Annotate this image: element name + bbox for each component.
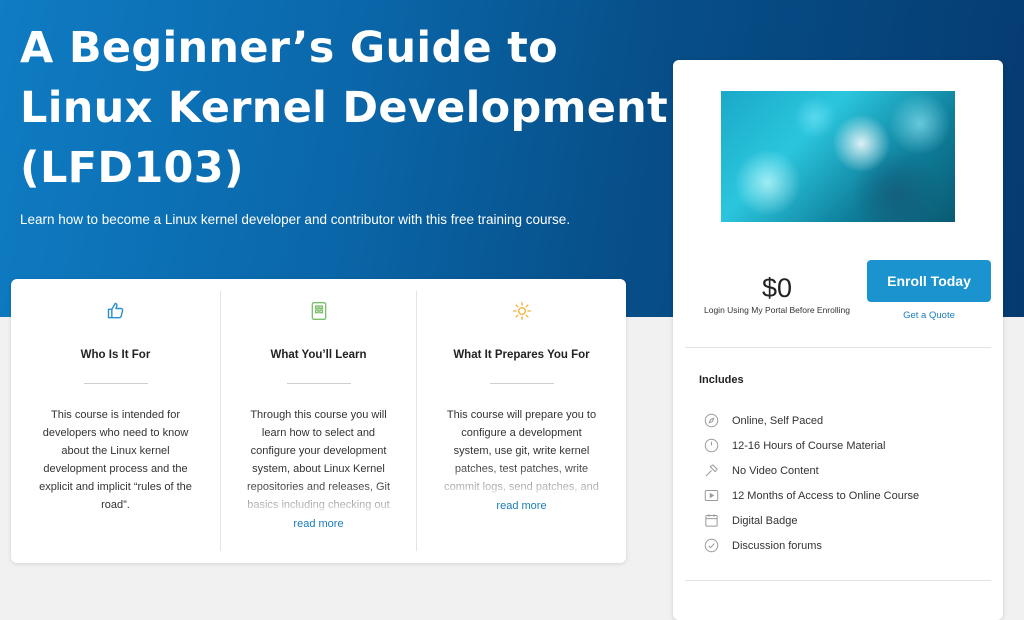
price-note: Login Using My Portal Before Enrolling bbox=[704, 305, 850, 315]
column-heading: What It Prepares You For bbox=[453, 349, 590, 361]
column-text-clip: Through this course you will learn how t… bbox=[221, 406, 416, 518]
calendar-icon bbox=[703, 513, 719, 529]
what-it-prepares-column: What It Prepares You For This course wil… bbox=[416, 291, 626, 551]
includes-item: 12-16 Hours of Course Material bbox=[703, 433, 919, 458]
column-divider bbox=[83, 383, 148, 384]
includes-list: Online, Self Paced 12-16 Hours of Course… bbox=[703, 408, 919, 558]
includes-label: Digital Badge bbox=[732, 514, 798, 527]
includes-item: 12 Months of Access to Online Course bbox=[703, 483, 919, 508]
column-text-clip: This course will prepare you to configur… bbox=[417, 406, 626, 500]
includes-label: Discussion forums bbox=[732, 539, 822, 552]
course-thumbnail bbox=[721, 91, 955, 222]
get-a-quote-link[interactable]: Get a Quote bbox=[867, 310, 991, 321]
sun-icon bbox=[417, 301, 626, 329]
includes-label: 12 Months of Access to Online Course bbox=[732, 489, 920, 502]
enroll-sidebar-card: $0 Login Using My Portal Before Enrollin… bbox=[673, 60, 1003, 620]
includes-item: Online, Self Paced bbox=[703, 408, 919, 433]
enroll-today-button[interactable]: Enroll Today bbox=[867, 260, 991, 302]
course-price: $0 bbox=[761, 273, 793, 303]
column-divider bbox=[489, 383, 554, 384]
read-more-link[interactable]: read more bbox=[221, 518, 416, 530]
divider bbox=[685, 347, 991, 348]
column-text: This course will prepare you to configur… bbox=[444, 409, 599, 500]
includes-label: No Video Content bbox=[732, 464, 819, 477]
column-text: Through this course you will learn how t… bbox=[242, 409, 394, 518]
what-youll-learn-column: What You’ll Learn Through this course yo… bbox=[220, 291, 416, 551]
includes-heading: Includes bbox=[699, 374, 744, 386]
includes-label: Online, Self Paced bbox=[732, 414, 824, 427]
compass-icon bbox=[703, 413, 719, 429]
hammer-icon bbox=[703, 463, 719, 479]
thumbs-up-icon bbox=[11, 301, 220, 329]
column-heading: What You’ll Learn bbox=[270, 349, 367, 361]
column-heading: Who Is It For bbox=[80, 349, 151, 361]
page-title: A Beginner’s Guide to Linux Kernel Devel… bbox=[20, 23, 668, 193]
course-info-card: Who Is It For This course is intended fo… bbox=[11, 279, 626, 563]
includes-item: Digital Badge bbox=[703, 508, 919, 533]
column-text: This course is intended for developers w… bbox=[39, 409, 192, 511]
check-circle-icon bbox=[703, 538, 719, 554]
video-icon bbox=[703, 488, 719, 504]
who-is-it-for-column: Who Is It For This course is intended fo… bbox=[11, 291, 220, 551]
includes-item: Discussion forums bbox=[703, 533, 919, 558]
includes-label: 12-16 Hours of Course Material bbox=[732, 439, 886, 452]
read-more-link[interactable]: read more bbox=[417, 500, 626, 512]
page-subtitle: Learn how to become a Linux kernel devel… bbox=[20, 212, 571, 227]
clipboard-icon bbox=[221, 301, 416, 329]
clock-icon bbox=[703, 438, 719, 454]
includes-item: No Video Content bbox=[703, 458, 919, 483]
column-divider bbox=[286, 383, 351, 384]
divider bbox=[685, 580, 991, 581]
